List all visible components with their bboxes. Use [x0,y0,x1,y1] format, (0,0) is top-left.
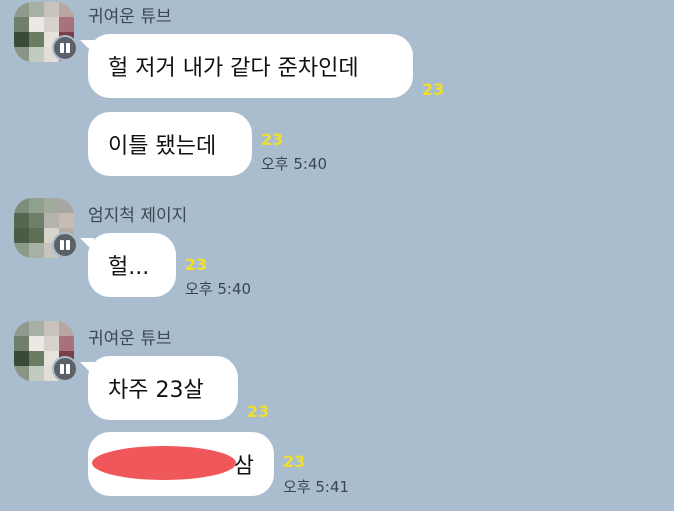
unread-count: 23 [283,452,306,471]
message-bubble[interactable]: 헐 저거 내가 같다 준차인데 [88,34,413,98]
message-text: 이틀 됐는데 [108,134,217,159]
sender-name: 엄지척 제이지 [88,206,188,226]
unread-count: 23 [261,130,284,149]
message-text: 차주 23살 [108,378,204,403]
message-bubble[interactable]: 이틀 됐는데 [88,112,252,176]
message-text: 헐 저거 내가 같다 준차인데 [108,56,359,81]
unread-count: 23 [185,255,208,274]
unread-count: 23 [422,80,445,99]
message-text: 헐... [108,255,150,280]
sender-name: 귀여운 튜브 [88,329,172,349]
unread-count: 23 [247,402,270,421]
message-time: 오후 5:40 [261,155,328,173]
message-time: 오후 5:41 [283,478,350,496]
red-redaction-scribble [92,446,236,480]
chat-screen: { "messages": [ { "sender": "귀여운 튜브", "b… [0,0,674,511]
profile-badge-icon [52,35,78,61]
profile-badge-icon [52,232,78,258]
message-bubble[interactable]: 차주 23살 [88,356,238,420]
message-time: 오후 5:40 [185,280,252,298]
profile-badge-icon [52,356,78,382]
sender-name: 귀여운 튜브 [88,7,172,27]
message-text: 삼 [233,454,254,479]
message-bubble[interactable]: 헐... [88,233,176,297]
